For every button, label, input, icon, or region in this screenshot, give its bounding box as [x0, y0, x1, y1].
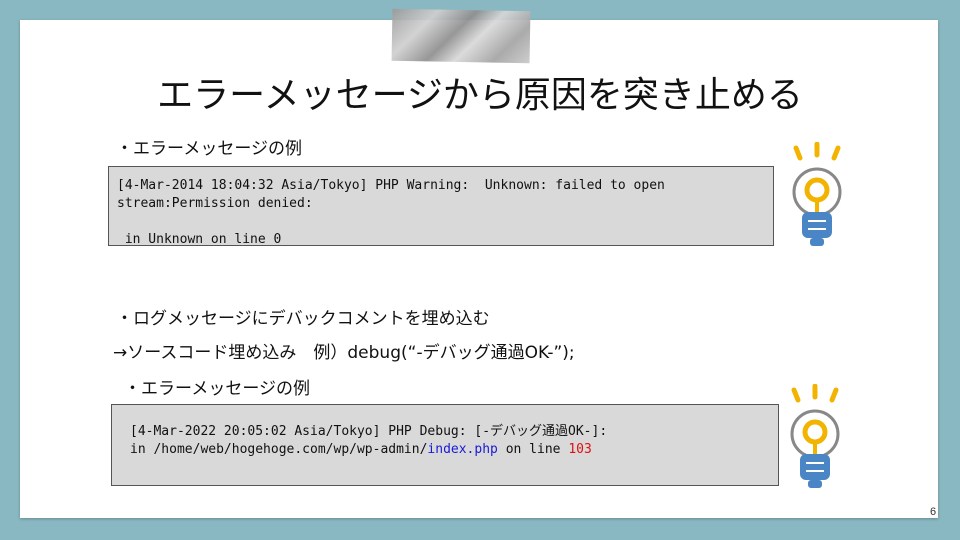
- bullet-error-example: ・エラーメッセージの例: [116, 139, 302, 159]
- debug-code-box: [4-Mar-2022 20:05:02 Asia/Tokyo] PHP Deb…: [111, 404, 779, 486]
- code-line: [4-Mar-2022 20:05:02 Asia/Tokyo] PHP Deb…: [130, 424, 608, 439]
- code-line-mid: on line: [497, 442, 569, 457]
- error-code-box: [4-Mar-2014 18:04:32 Asia/Tokyo] PHP War…: [108, 166, 774, 247]
- tape-decoration: [391, 8, 531, 64]
- slide-title: エラーメッセージから原因を突き止める: [157, 75, 803, 116]
- code-line: in Unknown on line 0: [117, 232, 282, 247]
- lightbulb-icon: [792, 142, 842, 246]
- code-file-name: index.php: [427, 442, 498, 457]
- bullet-error-example-2: ・エラーメッセージの例: [124, 379, 310, 399]
- page-number: 6: [930, 506, 937, 518]
- code-line: [4-Mar-2014 18:04:32 Asia/Tokyo] PHP War…: [117, 178, 665, 193]
- code-line: stream:Permission denied:: [117, 196, 313, 211]
- bullet-debug-comment: ・ログメッセージにデバックコメントを埋め込む: [116, 309, 490, 329]
- code-line-prefix: in /home/web/hogehoge.com/wp/wp-admin/: [130, 442, 428, 457]
- bullet-source-example: →ソースコード埋め込み 例）debug(“-デバッグ通過OK-”);: [113, 343, 575, 363]
- lightbulb-icon: [790, 384, 840, 488]
- code-line-number: 103: [568, 442, 592, 457]
